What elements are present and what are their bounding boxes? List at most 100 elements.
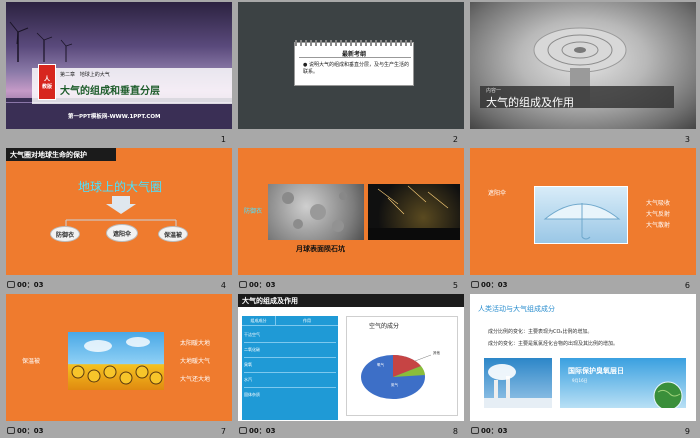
- slide-thumb-8[interactable]: 大气的组成及作用 组成成分 作用 干洁空气 二氧化碳 臭氧 水汽 固体杂质 空气…: [236, 292, 464, 438]
- slide-timing: 00：03: [7, 426, 43, 436]
- line-co2: 成分比例的变化：主要表现为CO₂比例的增加。: [488, 329, 593, 335]
- slide-number: 1: [220, 135, 226, 144]
- footer-text: 第一PPT模板网-WWW.1PPT.COM: [68, 114, 161, 120]
- slide-title: 人类活动与大气组成成分: [478, 305, 555, 313]
- transition-icon: [7, 281, 15, 288]
- umbrella-image: [534, 186, 628, 244]
- slide-thumb-2[interactable]: 最新考纲 ● 说明大气的组成和垂直分层，及与生产生活的联系。 2: [236, 0, 464, 146]
- timing-text: 00：03: [481, 427, 508, 435]
- slide-thumb-5[interactable]: 防御衣 月球表面陨石坑 00：03 5: [236, 146, 464, 292]
- slide-timing: 00：03: [7, 280, 43, 290]
- arrow-diagram: [65, 196, 177, 226]
- left-label: 保温被: [22, 358, 41, 365]
- chapter-label: 第二章 地球上的大气: [60, 71, 110, 78]
- chapter-badge: 人 教版: [38, 64, 56, 100]
- sunflower-image: [68, 332, 164, 390]
- row-ozone: 臭氧: [244, 358, 336, 373]
- label-sun-warms-earth: 太阳暖大地: [180, 340, 211, 347]
- head-role: 作用: [303, 318, 311, 323]
- transition-icon: [471, 281, 479, 288]
- table-head: 组成成分 作用: [242, 316, 338, 326]
- slide-3-canvas: 内容一 大气的组成及作用: [470, 2, 696, 129]
- pie-chart: [361, 354, 432, 399]
- slide-number: 2: [452, 135, 458, 144]
- slide-title: 大气的组成和垂直分层: [60, 86, 160, 97]
- pill-sunshade: 遮阳伞: [106, 224, 138, 242]
- pill-blanket: 保温被: [158, 226, 188, 242]
- row-dry-air: 干洁空气: [244, 328, 336, 343]
- header-text: 大气的组成及作用: [242, 296, 298, 305]
- transition-icon: [239, 281, 247, 288]
- slide-6-canvas: 遮阳伞 大气吸收 大气反射 大气散射: [470, 148, 696, 275]
- title-band: 内容一 大气的组成及作用: [480, 86, 674, 109]
- slide-title: 大气的组成及作用: [486, 96, 574, 109]
- objective-box: 最新考纲 ● 说明大气的组成和垂直分层，及与生产生活的联系。: [294, 40, 415, 86]
- table-rows: 干洁空气 二氧化碳 臭氧 水汽 固体杂质: [242, 326, 338, 404]
- left-label: 遮阳伞: [488, 190, 507, 197]
- slide-timing: 00：03: [471, 280, 507, 290]
- chapter-number: 第二章: [60, 72, 76, 78]
- slide-number: 7: [220, 427, 226, 436]
- slide-thumb-6[interactable]: 遮阳伞 大气吸收 大气反射 大气散射 00：03 6: [468, 146, 696, 292]
- label-absorb: 大气吸收: [646, 200, 671, 207]
- divider: [299, 57, 411, 58]
- slide-number: 3: [684, 135, 690, 144]
- slide-4-canvas: 大气圈对地球生命的保护 地球上的大气圈 防御衣 遮阳伞 保温被: [6, 148, 232, 275]
- sunflower-dots: [71, 337, 163, 385]
- slide-timing: 00：03: [239, 426, 275, 436]
- label-earth-warms-air: 大地暖大气: [180, 358, 211, 365]
- timing-text: 00：03: [249, 281, 276, 289]
- kicker-text: 内容一: [486, 88, 502, 94]
- pie-label-other: 其他: [433, 351, 440, 355]
- timing-text: 00：03: [249, 427, 276, 435]
- slide-2-canvas: 最新考纲 ● 说明大气的组成和垂直分层，及与生产生活的联系。: [238, 2, 464, 129]
- slide-number: 6: [684, 281, 690, 290]
- badge-bottom-text: 教版: [41, 84, 52, 90]
- pie-label-nitrogen: 氮气: [391, 383, 398, 387]
- spiral-binding: [295, 40, 415, 46]
- meteor-night-image: [368, 184, 460, 240]
- row-co2: 二氧化碳: [244, 343, 336, 358]
- line-cfc: 成分的变化：主要是氟氯烃化合物的出现及其比例的增加。: [488, 341, 619, 347]
- earth-globe-icon: [653, 381, 683, 408]
- slide-thumb-7[interactable]: 保温被 太阳暖大地 大地暖大气 大气还大地 00：03 7: [4, 292, 232, 438]
- crater-marks: [282, 192, 347, 232]
- slide-number: 4: [220, 281, 226, 290]
- slide-thumb-9[interactable]: 人类活动与大气组成成分 成分比例的变化：主要表现为CO₂比例的增加。 成分的变化…: [468, 292, 696, 438]
- composition-table: 组成成分 作用 干洁空气 二氧化碳 臭氧 水汽 固体杂质: [242, 316, 338, 420]
- timing-text: 00：03: [17, 427, 44, 435]
- slide-timing: 00：03: [471, 426, 507, 436]
- slide-header: 大气的组成及作用: [238, 294, 464, 307]
- slide-number: 5: [452, 281, 458, 290]
- slide-9-canvas: 人类活动与大气组成成分 成分比例的变化：主要表现为CO₂比例的增加。 成分的变化…: [470, 294, 696, 421]
- right-labels: 大气吸收 大气反射 大气散射: [646, 198, 670, 231]
- slide-thumb-1[interactable]: 人 教版 第二章 地球上的大气 大气的组成和垂直分层 第一PPT模板网-WWW.…: [4, 0, 232, 146]
- umbrella-shape: [543, 203, 621, 240]
- factory-silhouette: [484, 364, 552, 408]
- label-reflect: 大气反射: [646, 211, 671, 218]
- slide-number: 8: [452, 427, 458, 436]
- slide-thumb-3[interactable]: 内容一 大气的组成及作用 3: [468, 0, 696, 146]
- factory-smoke-image: [484, 358, 552, 408]
- row-solid-impurities: 固体杂质: [244, 392, 260, 397]
- pie-label-oxygen: 氧气: [377, 363, 384, 367]
- slide-sorter-grid: 人 教版 第二章 地球上的大气 大气的组成和垂直分层 第一PPT模板网-WWW.…: [0, 0, 700, 438]
- left-label: 防御衣: [244, 208, 263, 215]
- bullet-item: ● 说明大气的组成和垂直分层，及与生产生活的联系。: [303, 62, 411, 76]
- label-scatter: 大气散射: [646, 222, 671, 229]
- slide-number: 9: [684, 427, 690, 436]
- slide-8-canvas: 大气的组成及作用 组成成分 作用 干洁空气 二氧化碳 臭氧 水汽 固体杂质 空气…: [238, 294, 464, 421]
- label-air-returns: 大气还大地: [180, 376, 211, 383]
- slide-timing: 00：03: [239, 280, 275, 290]
- head-component: 组成成分: [242, 316, 276, 325]
- moon-crater-image: [268, 184, 364, 240]
- right-labels: 太阳暖大地 大地暖大气 大气还大地: [180, 338, 210, 385]
- bullet-text: 说明大气的组成和垂直分层，及与生产生活的联系。: [303, 62, 409, 75]
- meteor-streaks: [368, 185, 460, 240]
- image-caption: 月球表面陨石坑: [296, 245, 345, 253]
- transition-icon: [239, 427, 247, 434]
- chapter-subtitle: 地球上的大气: [79, 72, 110, 78]
- slide-thumb-4[interactable]: 大气圈对地球生命的保护 地球上的大气圈 防御衣 遮阳伞 保温被 00：03 4: [4, 146, 232, 292]
- row-water-vapor: 水汽: [244, 373, 336, 388]
- slide-1-canvas: 人 教版 第二章 地球上的大气 大气的组成和垂直分层 第一PPT模板网-WWW.…: [6, 2, 232, 129]
